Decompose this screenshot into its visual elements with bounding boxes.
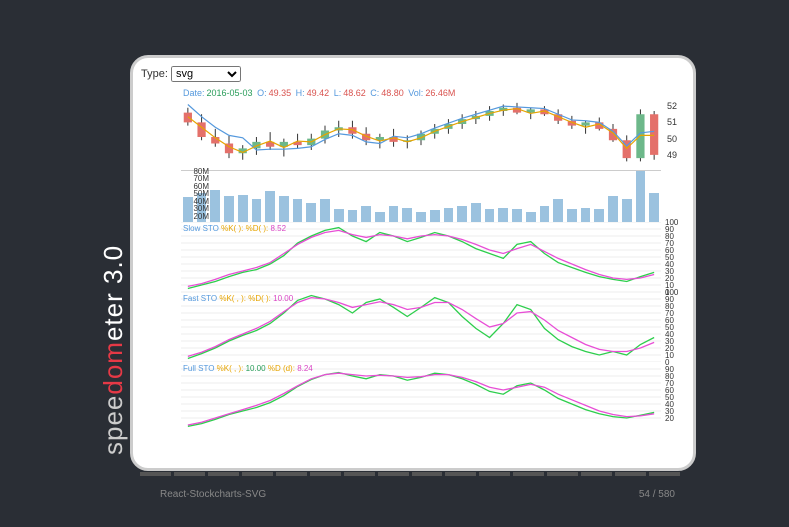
test-progress: 54 / 580 [639, 489, 675, 500]
ohlc-readout: Date:2016-05-03 O:49.35 H:49.42 L:48.62 … [183, 88, 457, 98]
type-row: Type: svg [141, 66, 241, 82]
progress-segments [140, 472, 680, 478]
speedometer-logo: speedometer 3.0 [98, 245, 129, 455]
volume-chart [181, 170, 661, 222]
type-label: Type: [141, 68, 168, 80]
slow-sto-chart: Slow STO %K( ): %D( ): 8.52 [181, 222, 661, 292]
type-select[interactable]: svg [171, 66, 241, 82]
candlestick-chart [181, 98, 661, 163]
full-sto-chart: Full STO %K( , ): 10.00 %D (d): 8.24 [181, 362, 661, 432]
fast-sto-chart: Fast STO %K( , ): %D( ): 10.00 [181, 292, 661, 362]
test-name: React-Stockcharts-SVG [160, 489, 266, 500]
chart-frame: Type: svg Date:2016-05-03 O:49.35 H:49.4… [130, 55, 696, 471]
